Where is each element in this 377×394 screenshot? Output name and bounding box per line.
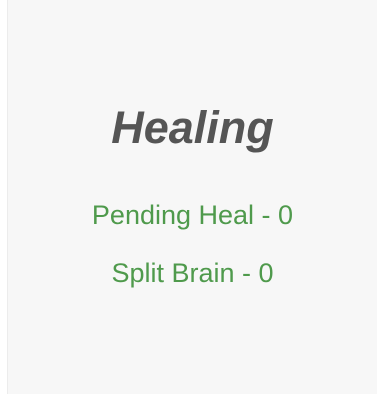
healing-card: Healing Pending Heal - 0 Split Brain - 0 (7, 0, 377, 394)
pending-heal-stat: Pending Heal - 0 (91, 200, 294, 230)
split-brain-stat: Split Brain - 0 (111, 258, 274, 288)
healing-title: Healing (111, 102, 274, 153)
